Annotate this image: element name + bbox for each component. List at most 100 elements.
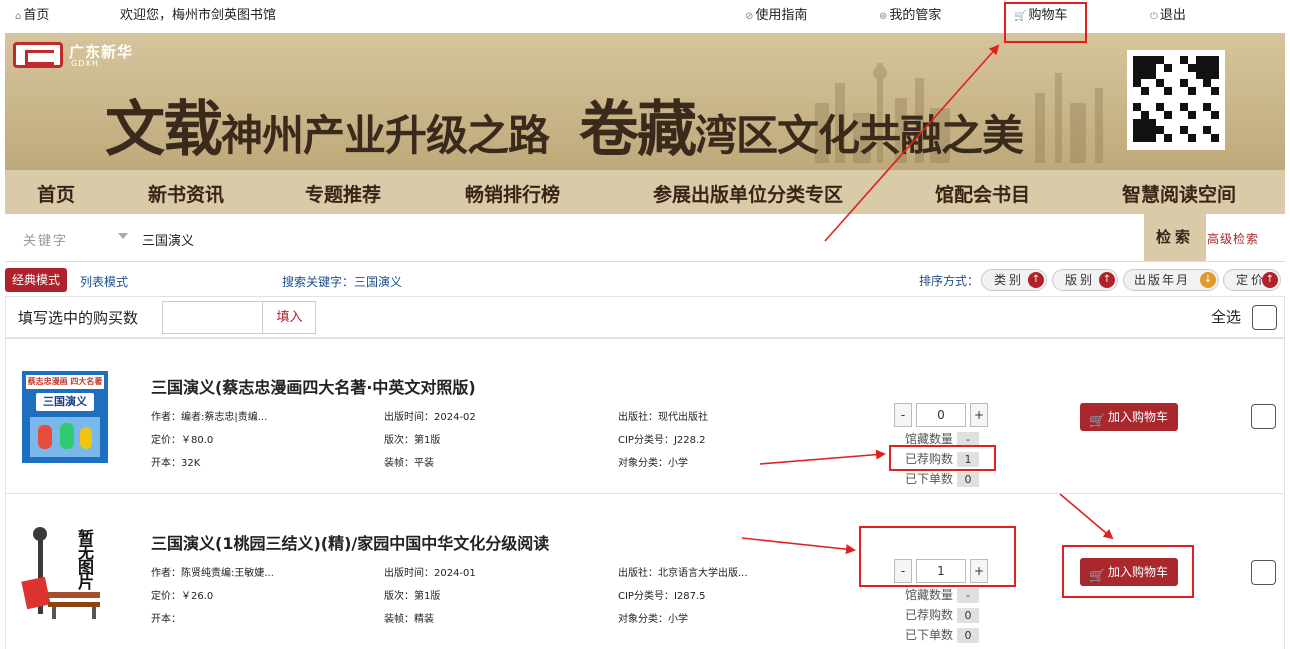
book-price: 定价：￥80.0 [151, 435, 214, 446]
ordered-count: 已下单数 0 [905, 470, 980, 487]
nav-item-publishers[interactable]: 参展出版单位分类专区 [653, 180, 843, 207]
nav-item-bestsellers[interactable]: 畅销排行榜 [465, 180, 560, 207]
gdxh-logo[interactable]: 广东新华 GDXH [13, 40, 133, 70]
page: ⌂ 首页 欢迎您，梅州市剑英图书馆 ⊘ 使用指南 ⊛ 我的管家 🛒 购物车 ⏻ 退出 [0, 0, 1290, 649]
book-author: 作者：陈贤纯责编:王敏婕... [151, 568, 274, 579]
slogan-1-rest: 神州产业升级之路 [221, 111, 550, 160]
stat-value: 0 [957, 472, 980, 487]
manager-link[interactable]: ⊛ 我的管家 [879, 7, 941, 25]
gdxh-logo-mark [13, 42, 63, 68]
cover-art [30, 417, 100, 457]
row-select-checkbox[interactable] [1251, 404, 1276, 429]
no-image-placeholder[interactable]: 暂无图片 [18, 524, 110, 624]
book-cip: CIP分类号：I287.5 [618, 591, 706, 602]
sort-publisher-button[interactable]: 版别 ↑ [1052, 269, 1118, 291]
classic-mode-button[interactable]: 经典模式 [5, 268, 67, 292]
bulk-fill-label: 填写选中的购买数 [18, 309, 139, 327]
add-to-cart-label: 加入购物车 [1108, 410, 1169, 424]
banner: 广东新华 GDXH 文载神州产业升级之路 卷藏湾区文化共融之美 [5, 33, 1285, 170]
book-price: 定价：￥26.0 [151, 591, 214, 602]
search-keyword-label: 搜索关键字：三国演义 [282, 275, 403, 289]
book-binding: 装帧：平装 [384, 458, 434, 469]
stat-value: 0 [957, 628, 980, 643]
sort-label: 排序方式： [919, 274, 980, 288]
nav-item-catalog[interactable]: 馆配会书目 [935, 180, 1030, 207]
sort-date-button[interactable]: 出版年月 ↓ [1123, 269, 1219, 291]
book-date: 出版时间：2024-02 [384, 412, 476, 423]
annotation-box-cart [1004, 2, 1087, 43]
mode-sort-bar: 经典模式 列表模式 搜索关键字：三国演义 排序方式： 类别 ↑ 版别 ↑ 出版年月 ↓… [5, 268, 1285, 294]
stat-label: 馆藏数量 [905, 432, 954, 446]
book-cover[interactable]: 蔡志忠漫画 四大名著 三国演义 [22, 371, 108, 463]
select-all-checkbox[interactable] [1252, 305, 1277, 330]
stat-value: 0 [957, 608, 980, 623]
search-button[interactable]: 检索 [1144, 214, 1206, 261]
quantity-input[interactable]: 0 [916, 403, 966, 427]
book-format: 开本： [151, 614, 181, 625]
arrow-up-icon: ↑ [1099, 272, 1115, 288]
add-to-cart-button[interactable]: 🛒 加入购物车 [1080, 403, 1178, 431]
fill-button[interactable]: 填入 [262, 301, 316, 334]
quantity-stepper: - 0 + [894, 403, 990, 427]
sort-date-label: 出版年月 [1134, 273, 1191, 287]
sort-price-button[interactable]: 定价 ↑ [1223, 269, 1281, 291]
book-title[interactable]: 三国演义(1桃园三结义)(精)/家园中国中华文化分级阅读 [151, 530, 549, 554]
guide-link[interactable]: ⊘ 使用指南 [745, 7, 807, 25]
manager-icon: ⊛ [879, 11, 888, 22]
row-select-checkbox[interactable] [1251, 560, 1276, 585]
arrow-down-icon: ↓ [1200, 272, 1216, 288]
book-edition: 版次：第1版 [384, 591, 441, 602]
slogan-1-big: 文载 [105, 95, 223, 165]
logout-link[interactable]: ⏻ 退出 [1150, 7, 1186, 25]
select-all-label: 全选 [1211, 308, 1242, 326]
slogan-2-rest: 湾区文化共融之美 [695, 111, 1024, 160]
nav-item-new-books[interactable]: 新书资讯 [148, 180, 224, 207]
arrow-up-icon: ↑ [1028, 272, 1044, 288]
decrement-button[interactable]: - [894, 403, 912, 427]
no-image-text: 暂无图片 [78, 528, 95, 592]
book-cip: CIP分类号：J228.2 [618, 435, 706, 446]
book-audience: 对象分类：小学 [618, 458, 688, 469]
advanced-search-link[interactable]: 高级检索 [1207, 230, 1259, 247]
top-home-link[interactable]: ⌂ 首页 [15, 7, 49, 25]
ordered-count: 已下单数 0 [905, 626, 980, 643]
stat-value: - [957, 588, 980, 603]
main-nav: 首页 新书资讯 专题推荐 畅销排行榜 参展出版单位分类专区 馆配会书目 智慧阅读… [5, 170, 1285, 214]
cover-figure [80, 427, 92, 449]
annotation-box-recommended [889, 445, 996, 471]
sort-category-button[interactable]: 类别 ↑ [981, 269, 1047, 291]
bulk-fill-bar: 填写选中的购买数 填入 全选 [5, 296, 1285, 338]
book-author: 作者：编者:蔡志忠|责编... [151, 412, 268, 423]
annotation-box-add-to-cart [1062, 545, 1194, 598]
book-edition: 版次：第1版 [384, 435, 441, 446]
nav-item-home[interactable]: 首页 [37, 180, 75, 207]
increment-button[interactable]: + [970, 403, 988, 427]
stat-label: 馆藏数量 [905, 588, 954, 602]
book-title[interactable]: 三国演义(蔡志忠漫画四大名著·中英文对照版) [151, 374, 476, 398]
book-format: 开本：32K [151, 458, 201, 469]
book-audience: 对象分类：小学 [618, 614, 688, 625]
slogan-2-big: 卷藏 [579, 95, 697, 165]
sort-category-label: 类别 [994, 273, 1025, 287]
cover-figure [38, 425, 52, 449]
book-publisher: 出版社：北京语言大学出版... [618, 568, 748, 579]
recommended-count: 已荐购数 0 [905, 606, 980, 623]
nav-item-smart-reading[interactable]: 智慧阅读空间 [1122, 180, 1236, 207]
annotation-box-quantity [859, 526, 1016, 587]
qr-code [1127, 50, 1225, 150]
search-field-select[interactable]: 关键字 [23, 230, 68, 249]
holdings-count: 馆藏数量 - [905, 586, 980, 603]
nav-item-topics[interactable]: 专题推荐 [305, 180, 381, 207]
stat-label: 已下单数 [905, 472, 954, 486]
list-mode-button[interactable]: 列表模式 [80, 273, 128, 290]
manager-label: 我的管家 [889, 8, 942, 23]
welcome-text: 欢迎您，梅州市剑英图书馆 [120, 8, 277, 23]
arrow-up-icon: ↑ [1262, 272, 1278, 288]
cart-icon: 🛒 [1089, 414, 1106, 429]
chevron-down-icon[interactable] [118, 233, 128, 239]
cover-top-text: 蔡志忠漫画 四大名著 [26, 375, 104, 389]
book-publisher: 出版社：现代出版社 [618, 412, 708, 423]
banner-slogan: 文载神州产业升级之路 卷藏湾区文化共融之美 [105, 81, 1024, 168]
search-input[interactable]: 三国演义 [142, 230, 194, 249]
home-icon: ⌂ [15, 11, 22, 22]
